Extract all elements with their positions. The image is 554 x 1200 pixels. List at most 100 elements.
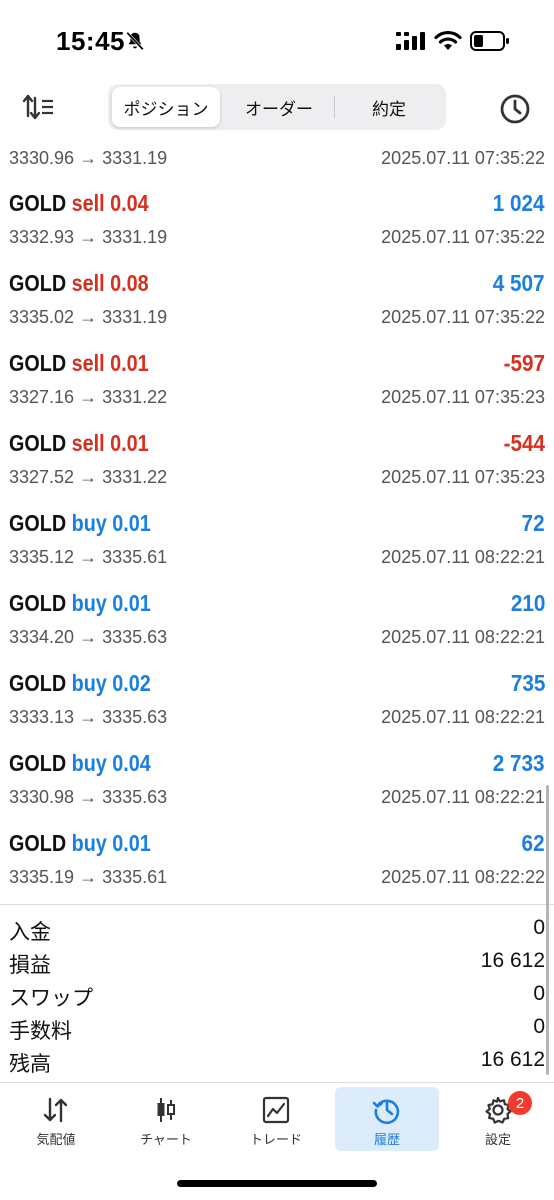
deal-time: 2025.07.11 08:22:22 xyxy=(381,867,545,887)
summary-value: 16 612 xyxy=(480,949,545,972)
deal-title: GOLD buy 0.01 xyxy=(9,510,151,537)
wifi-icon xyxy=(434,30,462,50)
deal-volume: 0.01 xyxy=(110,430,149,456)
tab-history[interactable]: 履歴 xyxy=(335,1087,439,1151)
deal-title: GOLD sell 0.01 xyxy=(9,430,149,457)
bell-off-icon xyxy=(126,31,144,51)
deal-row[interactable]: GOLD sell 0.04 1 024 3332.93 → 3331.19 2… xyxy=(0,180,554,260)
battery-icon xyxy=(470,31,509,51)
status-bar: 15:45 xyxy=(0,0,554,80)
deal-time: 2025.07.11 08:22:21 xyxy=(381,787,545,807)
deal-profit: -597 xyxy=(503,350,545,376)
deal-type: buy xyxy=(71,510,107,536)
deal-prices: 3327.16 → 3331.22 xyxy=(9,387,168,407)
bottom-tab-bar: 気配値 チャート トレード 履歴 設定 2 xyxy=(0,1082,554,1154)
history-toolbar: ポジション オーダー 約定 xyxy=(0,80,554,136)
home-indicator[interactable] xyxy=(177,1180,377,1187)
tab-quotes[interactable]: 気配値 xyxy=(4,1087,108,1151)
deal-time: 2025.07.11 07:35:22 xyxy=(381,227,545,247)
deal-profit: 210 xyxy=(510,590,545,616)
tab-label: 履歴 xyxy=(373,1132,400,1147)
history-clock-icon xyxy=(372,1099,400,1125)
candlestick-icon xyxy=(157,1098,175,1122)
tab-deals[interactable]: 約定 xyxy=(336,87,442,127)
cellular-signal-icon xyxy=(396,32,425,50)
deal-prices: 3335.02 → 3331.19 xyxy=(9,307,168,327)
tab-chart[interactable]: チャート xyxy=(114,1087,218,1151)
deal-row[interactable]: GOLD buy 0.01 210 3334.20 → 3335.63 2025… xyxy=(0,580,554,660)
deal-profit: 62 xyxy=(521,830,545,856)
summary-row-balance: 残高 16 612 xyxy=(0,1044,554,1077)
status-time: 15:45 xyxy=(56,26,125,56)
deal-prices: 3334.20 → 3335.63 xyxy=(9,627,168,647)
deal-row[interactable]: GOLD sell 0.01 -544 3327.52 → 3331.22 20… xyxy=(0,420,554,500)
tab-trade[interactable]: トレード xyxy=(224,1087,328,1151)
summary-label: 残高 xyxy=(9,1053,51,1076)
deal-row[interactable]: GOLD buy 0.01 62 3335.19 → 3335.61 2025.… xyxy=(0,820,554,900)
deal-prices: 3332.93 → 3331.19 xyxy=(9,227,168,247)
deal-type: sell xyxy=(71,350,105,376)
deal-row[interactable]: GOLD sell 0.08 4 507 3335.02 → 3331.19 2… xyxy=(0,260,554,340)
tab-settings[interactable]: 設定 2 xyxy=(446,1087,550,1151)
deal-profit: -544 xyxy=(503,430,545,456)
deal-profit: 735 xyxy=(510,670,545,696)
deal-row-partial[interactable]: 3330.96 → 3331.19 2025.07.11 07:35:22 xyxy=(0,140,554,180)
period-clock-icon[interactable] xyxy=(498,92,532,126)
deal-volume: 0.04 xyxy=(110,190,149,216)
deal-profit: 2 733 xyxy=(493,750,545,776)
summary-value: 16 612 xyxy=(480,1048,545,1071)
deal-prices: 3333.13 → 3335.63 xyxy=(9,707,168,727)
deal-prices: 3330.98 → 3335.63 xyxy=(9,787,168,807)
deal-title: GOLD buy 0.01 xyxy=(9,830,151,857)
deal-type: buy xyxy=(71,750,107,776)
deal-profit: 1 024 xyxy=(493,190,545,216)
deal-title: GOLD buy 0.04 xyxy=(9,750,151,777)
deal-time: 2025.07.11 08:22:21 xyxy=(381,707,545,727)
tab-positions[interactable]: ポジション xyxy=(112,87,220,127)
deal-title: GOLD buy 0.01 xyxy=(9,590,151,617)
notification-badge: 2 xyxy=(508,1091,532,1115)
deal-time: 2025.07.11 08:22:21 xyxy=(381,547,545,567)
deal-volume: 0.02 xyxy=(112,670,151,696)
deal-prices: 3330.96 → 3331.19 xyxy=(9,148,168,168)
deal-symbol: GOLD xyxy=(9,590,67,616)
summary-row-swap: スワップ 0 xyxy=(0,978,554,1011)
deal-symbol: GOLD xyxy=(9,670,67,696)
deal-symbol: GOLD xyxy=(9,430,67,456)
deal-prices: 3335.12 → 3335.61 xyxy=(9,547,168,567)
deal-time: 2025.07.11 07:35:23 xyxy=(381,467,545,487)
deal-type: buy xyxy=(71,830,107,856)
deal-row[interactable]: GOLD buy 0.04 2 733 3330.98 → 3335.63 20… xyxy=(0,740,554,820)
deal-volume: 0.01 xyxy=(112,830,151,856)
deal-volume: 0.01 xyxy=(112,510,151,536)
deal-type: sell xyxy=(71,430,105,456)
deal-title: GOLD buy 0.02 xyxy=(9,670,151,697)
deal-type: sell xyxy=(71,190,105,216)
history-segmented-control: ポジション オーダー 約定 xyxy=(108,84,446,130)
tab-label: 設定 xyxy=(484,1132,511,1147)
sort-icon[interactable] xyxy=(22,92,56,122)
deal-profit: 72 xyxy=(521,510,545,536)
deal-profit: 4 507 xyxy=(493,270,545,296)
deal-volume: 0.08 xyxy=(110,270,149,296)
tab-label: トレード xyxy=(249,1132,302,1147)
deal-title: GOLD sell 0.04 xyxy=(9,190,149,217)
deal-time: 2025.07.11 08:22:21 xyxy=(381,627,545,647)
quotes-arrows-icon xyxy=(43,1097,68,1123)
tab-label: チャート xyxy=(140,1132,192,1147)
deal-row[interactable]: GOLD sell 0.01 -597 3327.16 → 3331.22 20… xyxy=(0,340,554,420)
deal-row[interactable]: GOLD buy 0.01 72 3335.12 → 3335.61 2025.… xyxy=(0,500,554,580)
deal-time: 2025.07.11 07:35:22 xyxy=(381,148,545,168)
deal-list[interactable]: 3330.96 → 3331.19 2025.07.11 07:35:22 GO… xyxy=(0,140,554,900)
deal-row[interactable]: GOLD buy 0.02 735 3333.13 → 3335.63 2025… xyxy=(0,660,554,740)
scrollbar[interactable] xyxy=(546,785,549,1075)
summary-label: 損益 xyxy=(9,954,51,977)
tab-orders[interactable]: オーダー xyxy=(224,87,334,127)
deal-type: sell xyxy=(71,270,105,296)
summary-label: 手数料 xyxy=(9,1020,72,1043)
deal-prices: 3335.19 → 3335.61 xyxy=(9,867,168,887)
summary-value: 0 xyxy=(533,916,545,939)
summary-value: 0 xyxy=(533,1015,545,1038)
deal-symbol: GOLD xyxy=(9,510,67,536)
summary-label: スワップ xyxy=(9,987,93,1010)
